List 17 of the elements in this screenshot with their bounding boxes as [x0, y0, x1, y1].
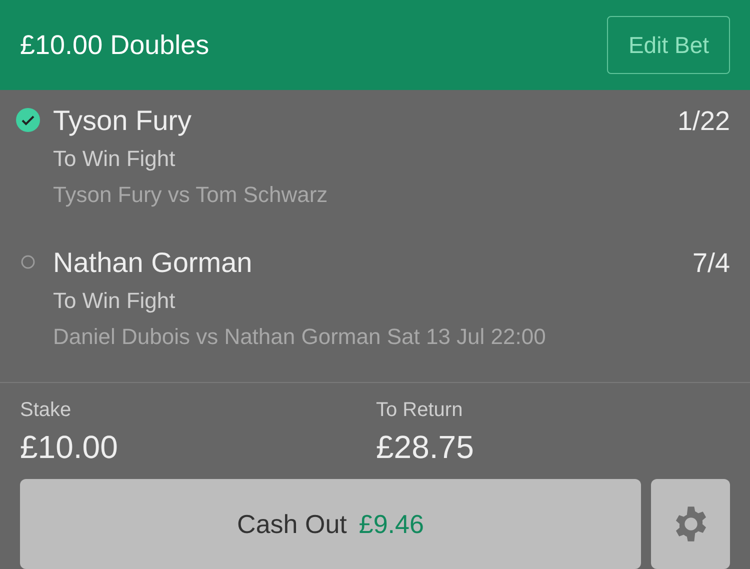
settings-button[interactable] — [651, 479, 730, 569]
event-name: Daniel Dubois vs Nathan Gorman Sat 13 Jul 22:00 — [53, 323, 547, 351]
market-name: To Win Fight — [53, 145, 176, 173]
bet-title: £10.00 Doubles — [20, 28, 210, 62]
odds: 7/4 — [692, 246, 730, 280]
market-name: To Win Fight — [53, 287, 176, 315]
to-return-value: £28.75 — [376, 428, 474, 467]
cash-out-amount: £9.46 — [358, 508, 424, 540]
to-return-label: To Return — [376, 398, 464, 423]
stake-value: £10.00 — [20, 428, 119, 467]
selection-name: Tyson Fury — [53, 104, 192, 138]
selection-name: Nathan Gorman — [53, 246, 252, 280]
event-name: Tyson Fury vs Tom Schwarz — [53, 181, 329, 209]
cash-out-button[interactable]: Cash Out £9.46 — [20, 479, 641, 569]
odds: 1/22 — [677, 104, 730, 138]
stake-label: Stake — [20, 398, 72, 423]
cash-out-label: Cash Out — [237, 508, 347, 540]
